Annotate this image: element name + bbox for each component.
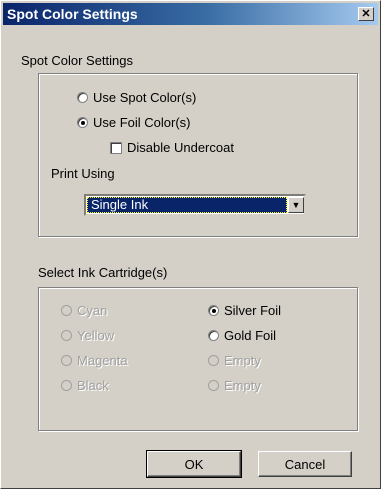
cartridge-empty-radio-1[interactable]: Empty: [208, 353, 261, 368]
cartridge-empty-label: Empty: [224, 378, 261, 393]
print-using-dropdown[interactable]: Single Ink ▼: [84, 194, 306, 216]
radio-indicator: [77, 117, 88, 128]
radio-indicator: [77, 92, 88, 103]
cartridge-silver-foil-label: Silver Foil: [224, 303, 282, 318]
cartridge-silver-foil-radio[interactable]: Silver Foil: [208, 303, 281, 318]
title-bar[interactable]: Spot Color Settings ✕: [3, 3, 378, 25]
chevron-down-icon: ▼: [291, 200, 301, 210]
use-spot-color-label: Use Spot Color(s): [93, 90, 197, 105]
window-title: Spot Color Settings: [7, 6, 138, 22]
cartridge-cyan-radio[interactable]: Cyan: [61, 303, 107, 318]
checkbox-indicator: [110, 141, 122, 154]
cartridge-black-radio[interactable]: Black: [61, 378, 109, 393]
ink-cartridge-heading: Select Ink Cartridge(s): [38, 265, 168, 280]
dropdown-button[interactable]: ▼: [288, 197, 304, 213]
close-icon: ✕: [361, 7, 371, 20]
radio-indicator: [61, 305, 72, 316]
cartridge-magenta-label: Magenta: [77, 353, 128, 368]
spot-color-dialog: Spot Color Settings ✕ Spot Color Setting…: [0, 0, 381, 489]
radio-indicator: [208, 330, 219, 341]
radio-indicator: [208, 380, 219, 391]
radio-indicator: [61, 355, 72, 366]
cartridge-empty-label: Empty: [224, 353, 261, 368]
cartridge-yellow-label: Yellow: [77, 328, 115, 343]
disable-undercoat-label: Disable Undercoat: [127, 140, 234, 155]
radio-indicator: [61, 330, 72, 341]
radio-indicator: [208, 355, 219, 366]
print-using-value: Single Ink: [87, 197, 287, 213]
spot-settings-heading: Spot Color Settings: [21, 53, 134, 68]
cartridge-gold-foil-radio[interactable]: Gold Foil: [208, 328, 276, 343]
print-using-label: Print Using: [51, 166, 115, 181]
use-spot-color-radio[interactable]: Use Spot Color(s): [77, 90, 196, 105]
use-foil-color-label: Use Foil Color(s): [93, 115, 191, 130]
radio-indicator: [61, 380, 72, 391]
use-foil-color-radio[interactable]: Use Foil Color(s): [77, 115, 191, 130]
ok-button[interactable]: OK: [146, 450, 242, 478]
disable-undercoat-checkbox[interactable]: Disable Undercoat: [110, 140, 234, 155]
cartridge-yellow-radio[interactable]: Yellow: [61, 328, 114, 343]
close-button[interactable]: ✕: [358, 7, 374, 21]
cartridge-black-label: Black: [77, 378, 109, 393]
cartridge-empty-radio-2[interactable]: Empty: [208, 378, 261, 393]
cartridge-cyan-label: Cyan: [77, 303, 108, 318]
cartridge-gold-foil-label: Gold Foil: [224, 328, 277, 343]
cartridge-magenta-radio[interactable]: Magenta: [61, 353, 128, 368]
radio-indicator: [208, 305, 219, 316]
cancel-button[interactable]: Cancel: [258, 451, 352, 477]
